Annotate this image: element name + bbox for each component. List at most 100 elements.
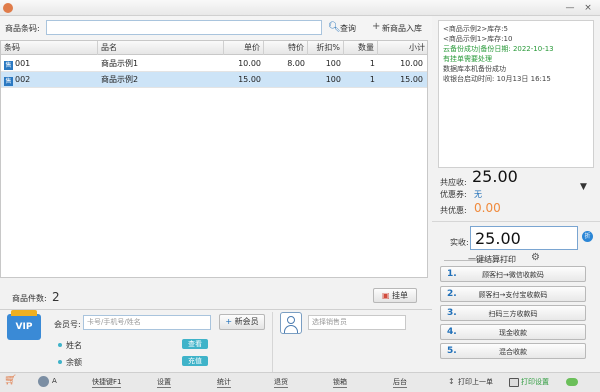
item-count-label: 商品件数: [12, 294, 47, 303]
lock-link[interactable]: 锁箱 [333, 377, 347, 388]
option-label: 顾客扫→微信收款码 [482, 271, 544, 279]
cloud-status-icon [566, 378, 578, 386]
new-member-button[interactable]: + 新会员 [219, 314, 265, 330]
table-header: 条码 品名 单价 特价 折扣% 数量 小计 [1, 41, 427, 55]
option-label: 顾客扫→支付宝收款码 [478, 291, 548, 299]
row-price: 10.00 [238, 59, 261, 68]
total-discount-value: 0.00 [474, 201, 501, 215]
title-bar: — × [0, 0, 600, 16]
return-link[interactable]: 退货 [274, 377, 288, 388]
row-special: 8.00 [287, 59, 305, 68]
print-last-icon: ↕ [448, 377, 455, 386]
new-member-label: 新会员 [234, 317, 259, 326]
plus-icon: + [225, 317, 233, 326]
divider [0, 309, 432, 310]
received-input[interactable]: 25.00 [470, 226, 578, 250]
add-product-button[interactable]: 新商品入库 [382, 23, 422, 34]
print-settings-button[interactable]: 打印设置 [521, 377, 549, 387]
vip-icon: VIP [7, 310, 41, 340]
barcode-input[interactable] [46, 20, 322, 35]
option-label: 现金收款 [499, 329, 527, 337]
cart-icon[interactable]: 🛒︎ [4, 375, 17, 386]
stats-link[interactable]: 统计 [217, 377, 231, 388]
checkout-panel: <商品示例2>库存:5 <商品示例1>库存:10 云备份成功|备份日期: 202… [432, 16, 600, 376]
coupon-value[interactable]: 无 [474, 189, 482, 200]
balance-label: 余额 [66, 358, 82, 367]
total-discount-label: 共优惠: [440, 206, 467, 215]
plus-icon: + [372, 21, 381, 32]
query-button[interactable]: 查询 [340, 23, 356, 34]
pay-mixed-button[interactable]: 5. 混合收款 [440, 343, 586, 359]
received-value: 25.00 [475, 229, 521, 248]
row-discount: 100 [325, 59, 341, 68]
status-bar: 🛒︎ A 快捷键F1 设置 统计 退货 锁箱 后台 ↕ 打印上一单 打印设置 [0, 372, 600, 392]
minimize-button[interactable]: — [563, 2, 577, 14]
col-subtotal[interactable]: 小计 [378, 41, 428, 55]
hang-icon: ▣ [381, 291, 390, 300]
divider [432, 221, 600, 222]
view-member-button[interactable]: 查看 [182, 339, 208, 349]
coupon-label: 优惠券: [440, 190, 467, 199]
row-discount: 100 [325, 75, 341, 84]
recharge-button[interactable]: 充值 [182, 356, 208, 366]
log-line: 收银台启动时间: 10月13日 16:15 [443, 75, 551, 83]
sales-panel: 商品条码: 🔍︎ 查询 + 新商品入库 条码 品名 单价 特价 折扣% 数量 小… [0, 16, 432, 392]
collapse-arrow-icon[interactable]: ▼ [580, 182, 587, 192]
row-subtotal: 15.00 [400, 75, 423, 84]
bullet-icon [58, 343, 62, 347]
option-label: 混合收款 [499, 348, 527, 356]
close-button[interactable]: × [581, 2, 595, 14]
amount-due-label: 共应收: [440, 178, 467, 187]
member-id-label: 会员号: [54, 320, 81, 329]
member-search-input[interactable]: 卡号/手机号/姓名 [83, 315, 211, 330]
pay-alipay-button[interactable]: 2. 顾客扫→支付宝收款码 [440, 286, 586, 302]
backend-link[interactable]: 后台 [393, 377, 407, 388]
amount-due-value: 25.00 [472, 167, 518, 186]
row-subtotal: 10.00 [400, 59, 423, 68]
settings-link[interactable]: 设置 [157, 377, 171, 388]
pay-wechat-button[interactable]: 1. 顾客扫→微信收款码 [440, 266, 586, 282]
table-row[interactable]: 售 001 商品示例1 10.00 8.00 100 1 10.00 [1, 56, 427, 72]
current-user: A [52, 377, 57, 385]
message-log: <商品示例2>库存:5 <商品示例1>库存:10 云备份成功|备份日期: 202… [438, 20, 594, 168]
printer-icon [509, 378, 519, 387]
pay-third-party-button[interactable]: 3. 扫码三方收款码 [440, 305, 586, 321]
col-qty[interactable]: 数量 [344, 41, 378, 55]
quick-checkout-header: 一键结算打印 [468, 255, 516, 264]
gear-icon[interactable]: ⚙ [531, 252, 540, 263]
log-line: 云备份成功|备份日期: 2022-10-13 [443, 45, 554, 53]
sale-tag-icon: 售 [4, 77, 13, 86]
row-qty: 1 [369, 75, 375, 84]
col-price[interactable]: 单价 [224, 41, 264, 55]
vip-label: VIP [15, 322, 33, 332]
item-count-value: 2 [52, 290, 60, 304]
cart-table[interactable]: 条码 品名 单价 特价 折扣% 数量 小计 售 001 商品示例1 10.00 8… [0, 40, 428, 278]
salesperson-select[interactable]: 选择销售员 [308, 315, 406, 330]
row-price: 15.00 [238, 75, 261, 84]
hang-order-label: 挂单 [392, 291, 409, 300]
row-barcode: 001 [15, 59, 31, 68]
app-logo-icon [3, 3, 13, 13]
received-label: 实收: [450, 238, 469, 247]
barcode-label: 商品条码: [5, 24, 40, 33]
search-icon: 🔍︎ [328, 22, 341, 33]
shortcut-link[interactable]: 快捷键F1 [92, 377, 122, 388]
row-special [264, 72, 308, 88]
discount-toggle-button[interactable]: 折 [582, 231, 593, 242]
col-discount[interactable]: 折扣% [308, 41, 344, 55]
log-line: 有挂单需要处理 [443, 55, 492, 63]
print-last-button[interactable]: 打印上一单 [458, 377, 493, 387]
col-barcode[interactable]: 条码 [1, 41, 98, 55]
log-line: <商品示例1>库存:10 [443, 35, 513, 43]
user-avatar-icon [38, 376, 49, 387]
log-line: <商品示例2>库存:5 [443, 25, 508, 33]
name-label: 姓名 [66, 341, 82, 350]
table-row[interactable]: 售 002 商品示例2 15.00 100 1 15.00 [1, 72, 427, 88]
col-name[interactable]: 品名 [98, 41, 224, 55]
row-name: 商品示例1 [101, 59, 139, 68]
search-bar: 商品条码: 🔍︎ 查询 + 新商品入库 [0, 16, 432, 40]
hang-order-button[interactable]: ▣ 挂单 [373, 288, 417, 303]
row-barcode: 002 [15, 75, 31, 84]
pay-cash-button[interactable]: 4. 现金收款 [440, 324, 586, 340]
col-special[interactable]: 特价 [264, 41, 308, 55]
